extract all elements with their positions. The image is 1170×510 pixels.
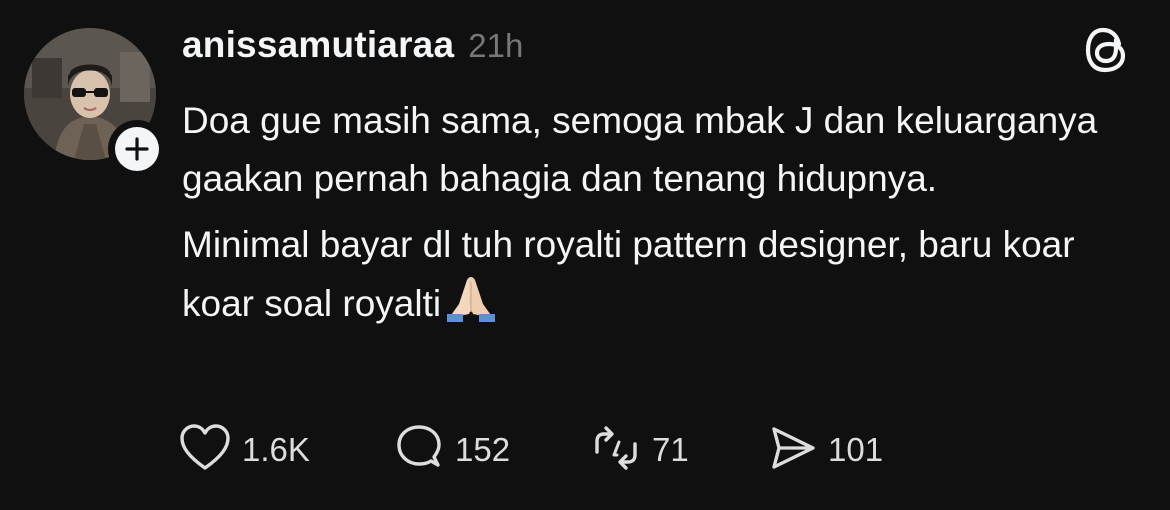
reply-count: 152 [455, 431, 511, 468]
post-header: anissamutiaraa 21h [182, 24, 523, 66]
folded-hands-emoji [443, 274, 499, 339]
post-body: Doa gue masih sama, semoga mbak J dan ke… [182, 92, 1142, 339]
avatar-container [24, 28, 166, 178]
comment-icon [393, 422, 445, 479]
post-paragraph-2: Minimal bayar dl tuh royalti pattern des… [182, 216, 1142, 339]
repost-icon [590, 422, 642, 479]
thread-post: anissamutiaraa 21h Doa gue masih sama, s… [0, 0, 1170, 510]
share-count: 101 [828, 431, 884, 468]
like-count: 1.6K [242, 431, 310, 468]
send-icon [766, 422, 818, 479]
share-button[interactable]: 101 [766, 420, 883, 480]
post-paragraph-1: Doa gue masih sama, semoga mbak J dan ke… [182, 100, 1098, 199]
reply-button[interactable]: 152 [393, 420, 510, 480]
repost-count: 71 [652, 431, 689, 468]
threads-logo-icon[interactable] [1082, 24, 1134, 76]
post-paragraph-2-text: Minimal bayar dl tuh royalti pattern des… [182, 224, 1075, 324]
plus-icon [115, 127, 159, 171]
post-time: 21h [468, 27, 524, 64]
repost-button[interactable]: 71 [590, 420, 689, 480]
username[interactable]: anissamutiaraa [182, 24, 454, 66]
follow-button[interactable] [108, 120, 166, 178]
heart-icon [178, 423, 232, 478]
like-button[interactable]: 1.6K [178, 420, 310, 480]
